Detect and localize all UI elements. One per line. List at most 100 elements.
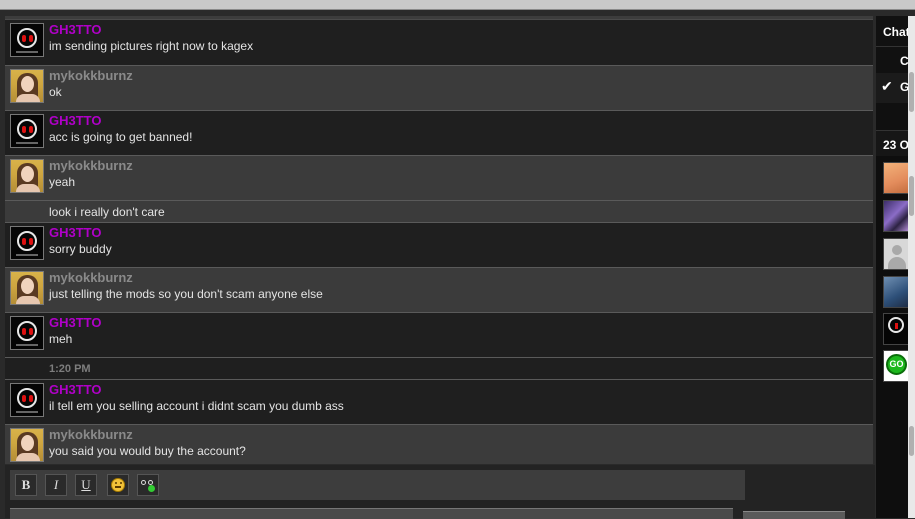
scrollbar-thumb[interactable]	[909, 72, 914, 112]
mask-ring-icon	[17, 28, 37, 48]
smiley-eye	[115, 482, 117, 484]
user-avatar[interactable]	[883, 313, 909, 345]
avatar-shoulder	[16, 453, 40, 461]
username[interactable]: GH3TTO	[49, 113, 102, 129]
mykokkburnz-avatar[interactable]	[10, 428, 44, 462]
avatar-tag	[16, 344, 38, 346]
username[interactable]: mykokkburnz	[49, 68, 133, 84]
chat-message: mykokkburnz yeah	[5, 156, 873, 201]
hide-button[interactable]	[137, 474, 159, 496]
mask-ring-icon	[17, 231, 37, 251]
message-text: acc is going to get banned!	[49, 130, 193, 144]
avatar-shoulder	[16, 184, 40, 192]
timestamp-row: 1:20 PM	[5, 358, 873, 380]
user-avatar[interactable]	[883, 276, 909, 308]
user-avatar[interactable]	[883, 162, 909, 194]
smiley-mouth	[115, 486, 121, 488]
username[interactable]: GH3TTO	[49, 315, 102, 331]
window-top-strip	[0, 0, 915, 10]
avatar-face	[21, 435, 34, 451]
italic-button[interactable]: I	[45, 474, 67, 496]
username[interactable]: mykokkburnz	[49, 158, 133, 174]
ghetto-avatar[interactable]	[10, 226, 44, 260]
scrollbar-thumb[interactable]	[909, 176, 914, 216]
mask-eye-icon	[22, 395, 26, 402]
add-badge-icon	[148, 485, 155, 492]
checkmark-icon: ✔	[881, 78, 893, 94]
emoji-button[interactable]	[107, 474, 129, 496]
sidebar-scrollbar[interactable]	[908, 16, 915, 518]
message-text: meh	[49, 332, 73, 346]
avatar-tag	[16, 51, 38, 53]
ghetto-avatar[interactable]	[10, 114, 44, 148]
chat-message: GH3TTO im sending pictures right now to …	[5, 20, 873, 66]
chat-message: mykokkburnz ok	[5, 66, 873, 111]
mykokkburnz-avatar[interactable]	[10, 69, 44, 103]
sidebar-title: Chat	[883, 25, 910, 39]
mask-ring-icon	[17, 388, 37, 408]
message-text: sorry buddy	[49, 242, 112, 256]
avatar-face	[21, 166, 34, 182]
chat-message: mykokkburnz you said you would buy the a…	[5, 425, 873, 464]
chat-message: GH3TTO il tell em you selling account i …	[5, 380, 873, 425]
mask-ring-icon	[17, 119, 37, 139]
timestamp: 1:20 PM	[49, 363, 91, 375]
message-text: look i really don't care	[49, 205, 165, 219]
underline-button[interactable]: U	[75, 474, 97, 496]
chat-message: GH3TTO sorry buddy	[5, 223, 873, 268]
ghetto-avatar[interactable]	[10, 23, 44, 57]
avatar-tag	[16, 142, 38, 144]
ghetto-avatar[interactable]	[10, 316, 44, 350]
message-text: ok	[49, 85, 62, 99]
mask-eye-icon	[29, 126, 33, 133]
mask-eye-icon	[29, 238, 33, 245]
mykokkburnz-avatar[interactable]	[10, 271, 44, 305]
online-count-label: 23 O	[883, 138, 910, 152]
message-text: im sending pictures right now to kagex	[49, 39, 254, 53]
username[interactable]: GH3TTO	[49, 225, 102, 241]
avatar-tag	[16, 254, 38, 256]
ghetto-avatar[interactable]	[10, 383, 44, 417]
mask-eye-icon	[29, 35, 33, 42]
user-avatar[interactable]: GO	[883, 350, 909, 382]
mask-eye-icon	[22, 126, 26, 133]
format-toolbar: B I U	[10, 470, 745, 500]
avatar-shoulder	[16, 296, 40, 304]
message-text: yeah	[49, 175, 76, 189]
avatar-tag	[16, 411, 38, 413]
go-badge-icon: GO	[886, 354, 907, 375]
silhouette-body-icon	[888, 257, 906, 269]
username[interactable]: mykokkburnz	[49, 270, 133, 286]
chat-message-continuation: look i really don't care	[5, 201, 873, 223]
mask-eye-icon	[29, 328, 33, 335]
user-avatar[interactable]	[883, 238, 909, 270]
avatar-face	[21, 278, 34, 294]
mask-ring-icon	[17, 321, 37, 341]
mask-eye-icon	[29, 395, 33, 402]
avatar-face	[21, 76, 34, 92]
message-text: you said you would buy the account?	[49, 444, 246, 458]
chat-messages-pane: GH3TTO im sending pictures right now to …	[5, 16, 873, 464]
username[interactable]: GH3TTO	[49, 382, 102, 398]
mykokkburnz-avatar[interactable]	[10, 159, 44, 193]
smiley-icon	[111, 478, 125, 492]
message-input[interactable]	[10, 508, 733, 519]
avatar-shoulder	[16, 94, 40, 102]
scrollbar-thumb[interactable]	[909, 426, 914, 456]
user-avatar[interactable]	[883, 200, 909, 232]
chat-message: mykokkburnz just telling the mods so you…	[5, 268, 873, 313]
message-text: il tell em you selling account i didnt s…	[49, 399, 344, 413]
message-composer: B I U	[5, 465, 875, 519]
glasses-lens	[141, 480, 146, 485]
mask-eye-icon	[22, 328, 26, 335]
silhouette-head-icon	[892, 245, 902, 255]
chat-message: GH3TTO acc is going to get banned!	[5, 111, 873, 156]
mask-eye-icon	[895, 323, 898, 329]
username[interactable]: GH3TTO	[49, 22, 102, 38]
chat-message: GH3TTO meh	[5, 313, 873, 358]
message-text: just telling the mods so you don't scam …	[49, 287, 323, 301]
smiley-eye	[120, 482, 122, 484]
bold-button[interactable]: B	[15, 474, 37, 496]
username[interactable]: mykokkburnz	[49, 427, 133, 443]
mask-eye-icon	[22, 35, 26, 42]
